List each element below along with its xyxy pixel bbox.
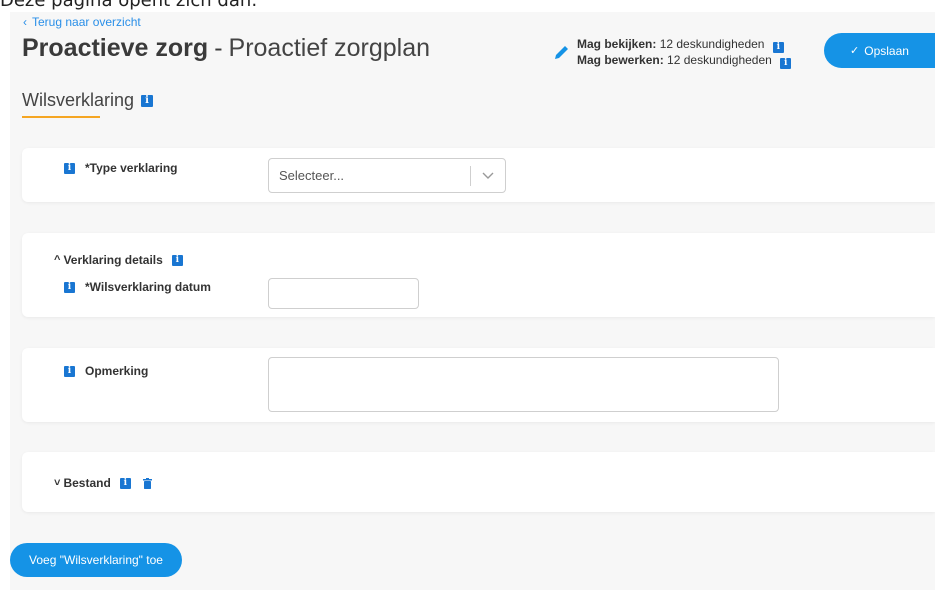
pencil-icon[interactable] [553, 43, 571, 61]
permission-edit: Mag bewerken: 12 deskundigheden i [577, 53, 792, 69]
remark-field-label: i Opmerking [64, 364, 148, 378]
save-button-label: Opslaan [864, 43, 909, 58]
check-icon: ✓ [850, 45, 860, 57]
back-link[interactable]: ‹ Terug naar overzicht [23, 15, 141, 29]
subtitle-underline [22, 116, 100, 118]
info-icon[interactable]: i [141, 94, 154, 107]
type-select[interactable]: Selecteer... [268, 158, 506, 193]
page-caption: Deze pagina opent zich dan: [0, 0, 258, 11]
info-icon[interactable]: i [780, 58, 792, 69]
info-icon[interactable]: i [119, 477, 131, 489]
add-button-label: Voeg "Wilsverklaring" toe [29, 553, 163, 567]
details-card: ^ Verklaring details i i *Wilsverklaring… [22, 233, 935, 317]
file-section-toggle[interactable]: ˅ Bestand i [54, 476, 152, 490]
remark-field-label-text: Opmerking [85, 364, 149, 378]
remark-textarea[interactable] [268, 357, 779, 412]
file-section-label: Bestand [63, 476, 111, 490]
page-title-separator: - [214, 34, 223, 62]
info-icon[interactable]: i [64, 162, 75, 174]
info-icon[interactable]: i [64, 281, 75, 293]
info-icon[interactable]: i [772, 42, 784, 53]
save-button[interactable]: ✓ Opslaan [824, 33, 935, 68]
section-subtitle-label: Wilsverklaring [22, 90, 135, 110]
permission-view-key: Mag bekijken: [577, 37, 657, 51]
chevron-left-icon: ‹ [23, 15, 27, 29]
permission-view: Mag bekijken: 12 deskundigheden i [577, 37, 791, 53]
caret-up-icon: ^ [54, 254, 61, 266]
page-title: Proactieve zorg - Proactief zorgplan [22, 34, 430, 63]
chevron-down-icon[interactable] [471, 172, 505, 180]
caret-down-icon: ˅ [54, 477, 61, 489]
details-section-label: Verklaring details [63, 253, 163, 267]
permission-edit-key: Mag bewerken: [577, 53, 664, 67]
type-field-label-text: *Type verklaring [85, 161, 178, 175]
permission-edit-value: 12 deskundigheden [667, 53, 772, 67]
info-icon[interactable]: i [64, 365, 75, 377]
trash-icon[interactable] [142, 477, 152, 489]
permissions-block: Mag bekijken: 12 deskundigheden i Mag be… [553, 37, 792, 69]
date-field-label: i *Wilsverklaring datum [64, 280, 211, 294]
type-field-label: i *Type verklaring [64, 161, 177, 175]
add-wilsverklaring-button[interactable]: Voeg "Wilsverklaring" toe [10, 543, 182, 577]
back-link-label: Terug naar overzicht [32, 15, 141, 29]
page-title-sub: Proactief zorgplan [228, 34, 431, 62]
page-title-main: Proactieve zorg [22, 34, 209, 62]
details-section-toggle[interactable]: ^ Verklaring details i [54, 253, 183, 267]
date-input[interactable] [268, 278, 419, 309]
info-icon[interactable]: i [171, 254, 183, 266]
section-subtitle: Wilsverklaring i [22, 90, 154, 111]
type-select-value: Selecteer... [279, 168, 345, 183]
file-card: ˅ Bestand i [22, 452, 935, 512]
type-card: i *Type verklaring Selecteer... [22, 148, 935, 202]
page-container: ‹ Terug naar overzicht Proactieve zorg - Pr… [10, 12, 935, 590]
date-field-label-text: *Wilsverklaring datum [85, 280, 211, 294]
permission-view-value: 12 deskundigheden [659, 37, 765, 51]
remark-card: i Opmerking [22, 348, 935, 422]
